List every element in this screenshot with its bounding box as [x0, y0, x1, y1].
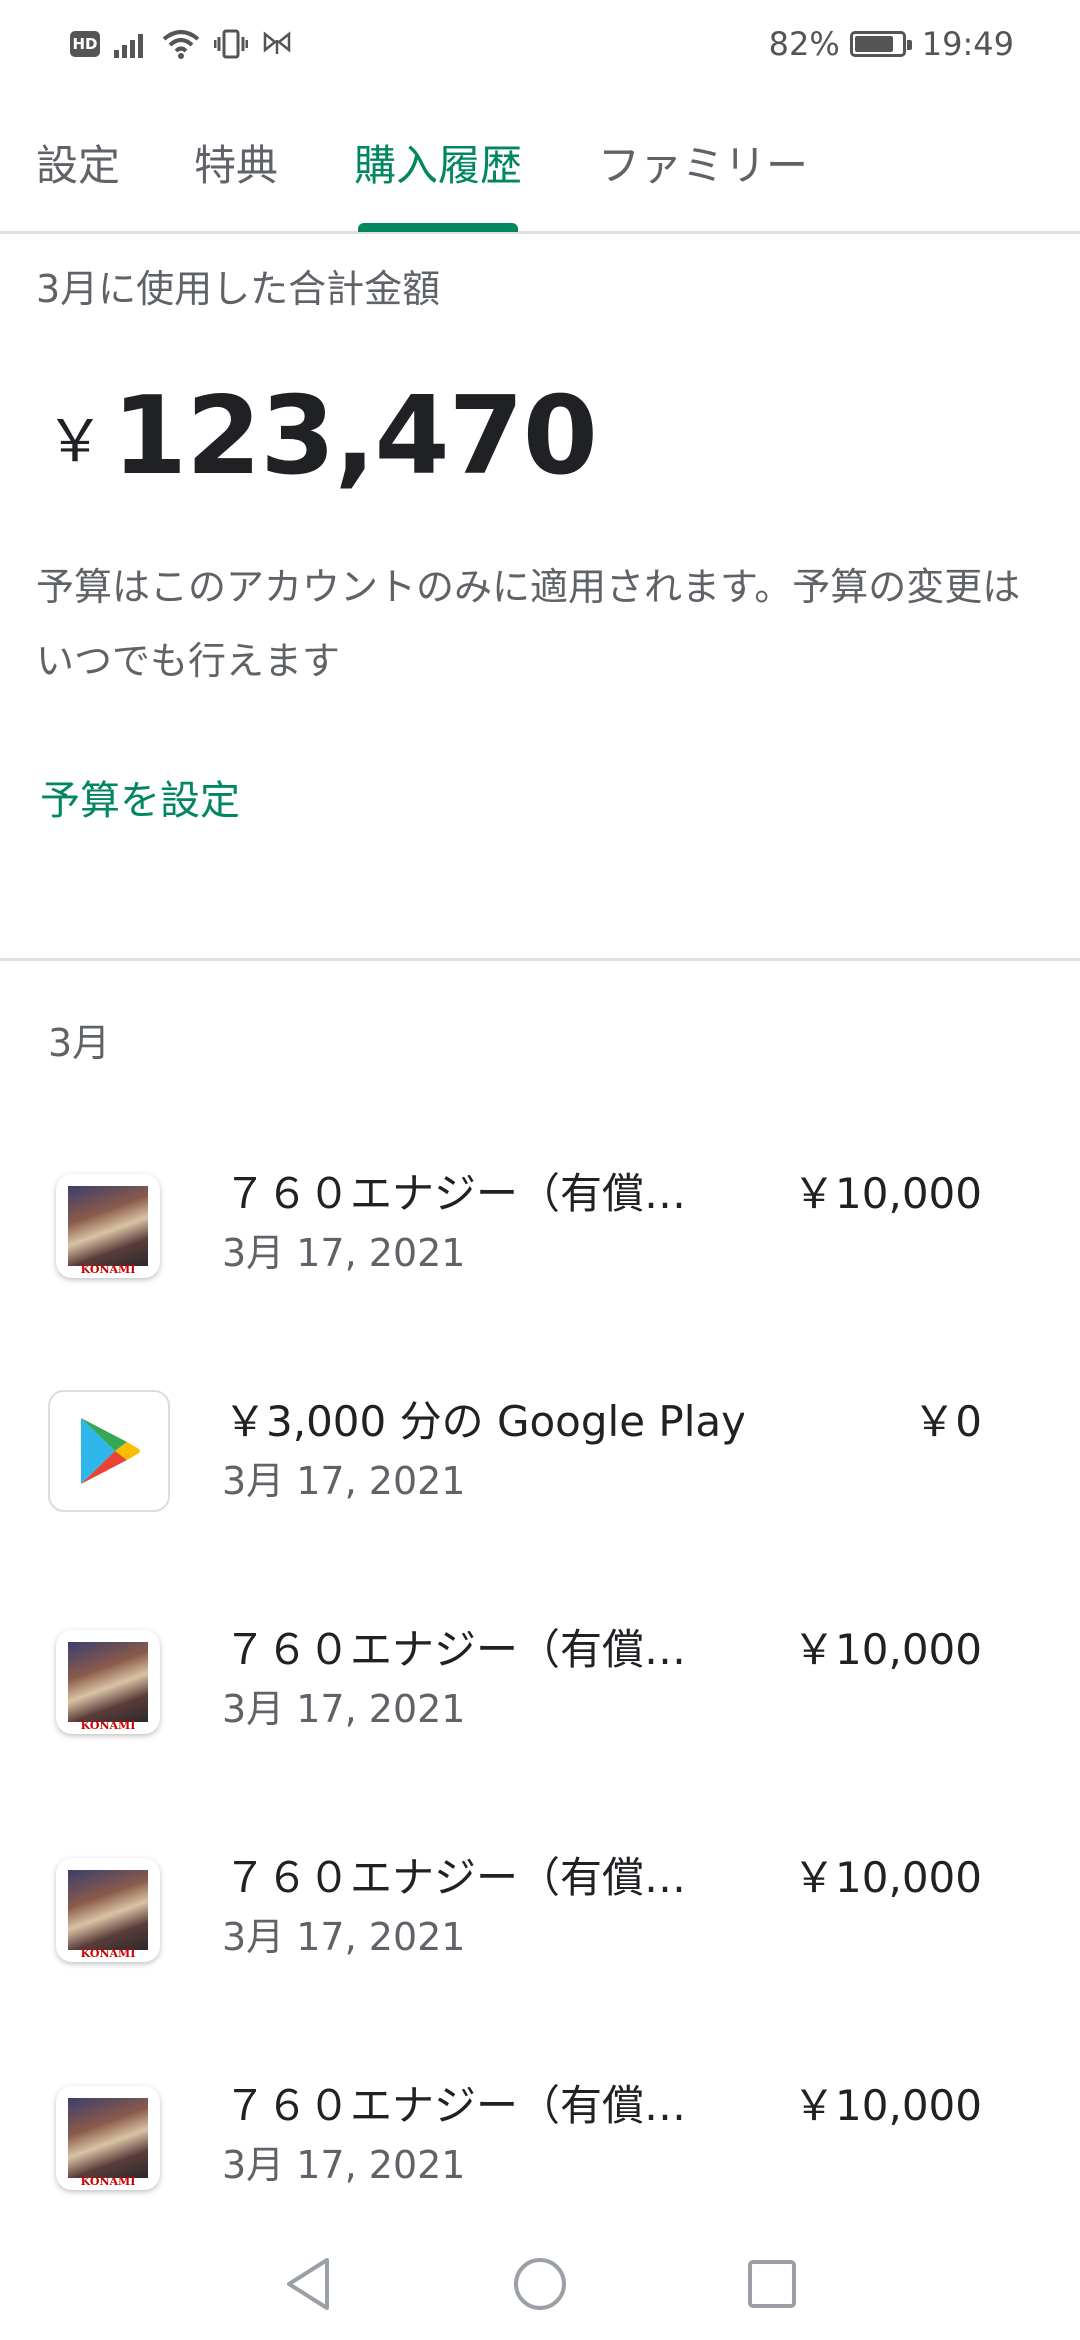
- system-nav-bar: [0, 2220, 1080, 2340]
- play-logo: [81, 1418, 140, 1484]
- vibrate-icon: [214, 29, 248, 59]
- purchase-row[interactable]: KONAMI ７６０エナジー（有償… 3月 17, 2021 ￥10,000: [0, 1596, 1080, 1824]
- status-bar: HD 82% 19:49: [0, 0, 1080, 90]
- purchase-row[interactable]: KONAMI ７６０エナジー（有償… 3月 17, 2021 ￥10,000: [0, 1824, 1080, 2052]
- budget-description: 予算はこのアカウントのみに適用されます。予算の変更はいつでも行えます: [36, 565, 1021, 683]
- game-artwork: [68, 2098, 148, 2178]
- tab-rewards[interactable]: 特典: [194, 132, 278, 193]
- monthly-total-label: 3月に使用した合計金額: [36, 267, 441, 311]
- game-artwork: [68, 1186, 148, 1266]
- game-artwork: [68, 1870, 148, 1950]
- battery-percent: 82%: [768, 25, 840, 63]
- purchase-title: ￥3,000 分の Google Play ク…: [224, 1397, 744, 1446]
- total-amount: 123,470: [112, 374, 598, 499]
- clock: 19:49: [921, 25, 1014, 63]
- battery-level: [854, 36, 893, 52]
- home-icon[interactable]: [510, 2254, 570, 2314]
- wifi-icon: [162, 30, 200, 59]
- monthly-total: ￥ 123,470: [46, 374, 598, 499]
- currency-symbol: ￥: [46, 407, 105, 475]
- game-artwork: [68, 1642, 148, 1722]
- recents-icon[interactable]: [742, 2254, 802, 2314]
- konami-game-icon: KONAMI: [56, 1858, 160, 1962]
- konami-game-icon: KONAMI: [56, 2086, 160, 2190]
- konami-game-icon: KONAMI: [56, 1174, 160, 1278]
- hd-icon: HD: [70, 31, 100, 57]
- purchase-price: ￥10,000: [793, 2081, 982, 2130]
- notification-app-icon: [263, 31, 291, 54]
- purchase-title: ７６０エナジー（有償…: [224, 2081, 687, 2130]
- game-brand-logo: KONAMI: [80, 2175, 136, 2188]
- game-brand-logo: KONAMI: [80, 1719, 136, 1732]
- section-divider: [0, 958, 1080, 961]
- status-icons-right: 82% 19:49: [769, 24, 1014, 64]
- signal-icon: [114, 34, 143, 58]
- status-icons-left: HD: [70, 24, 292, 64]
- konami-game-icon: KONAMI: [56, 1630, 160, 1734]
- purchase-price: ￥10,000: [793, 1625, 982, 1674]
- back-icon[interactable]: [278, 2254, 338, 2314]
- purchase-price: ￥0: [913, 1397, 982, 1446]
- purchase-date: 3月 17, 2021: [222, 1459, 466, 1503]
- purchase-row[interactable]: ￥3,000 分の Google Play ク… 3月 17, 2021 ￥0: [0, 1368, 1080, 1596]
- purchase-title: ７６０エナジー（有償…: [224, 1625, 687, 1674]
- purchase-price: ￥10,000: [793, 1169, 982, 1218]
- active-tab-indicator: [358, 223, 518, 232]
- month-header: 3月: [48, 1021, 111, 1065]
- purchase-date: 3月 17, 2021: [222, 1915, 466, 1959]
- game-brand-logo: KONAMI: [80, 1947, 136, 1960]
- tab-bar: 設定 特典 購入履歴 ファミリー: [0, 110, 1080, 234]
- tab-settings[interactable]: 設定: [36, 132, 120, 193]
- purchase-row[interactable]: KONAMI ７６０エナジー（有償… 3月 17, 2021 ￥10,000: [0, 1140, 1080, 1368]
- google-play-icon: [48, 1390, 170, 1512]
- purchase-price: ￥10,000: [793, 1853, 982, 1902]
- game-brand-logo: KONAMI: [80, 1263, 136, 1276]
- purchase-title: ７６０エナジー（有償…: [224, 1853, 687, 1902]
- purchase-date: 3月 17, 2021: [222, 1231, 466, 1275]
- set-budget-link[interactable]: 予算を設定: [40, 768, 240, 826]
- battery-icon: [849, 31, 912, 57]
- purchase-date: 3月 17, 2021: [222, 2143, 466, 2187]
- tab-family[interactable]: ファミリー: [598, 132, 808, 193]
- purchase-title: ７６０エナジー（有償…: [224, 1169, 687, 1218]
- tab-purchase-history[interactable]: 購入履歴: [354, 132, 522, 193]
- purchase-date: 3月 17, 2021: [222, 1687, 466, 1731]
